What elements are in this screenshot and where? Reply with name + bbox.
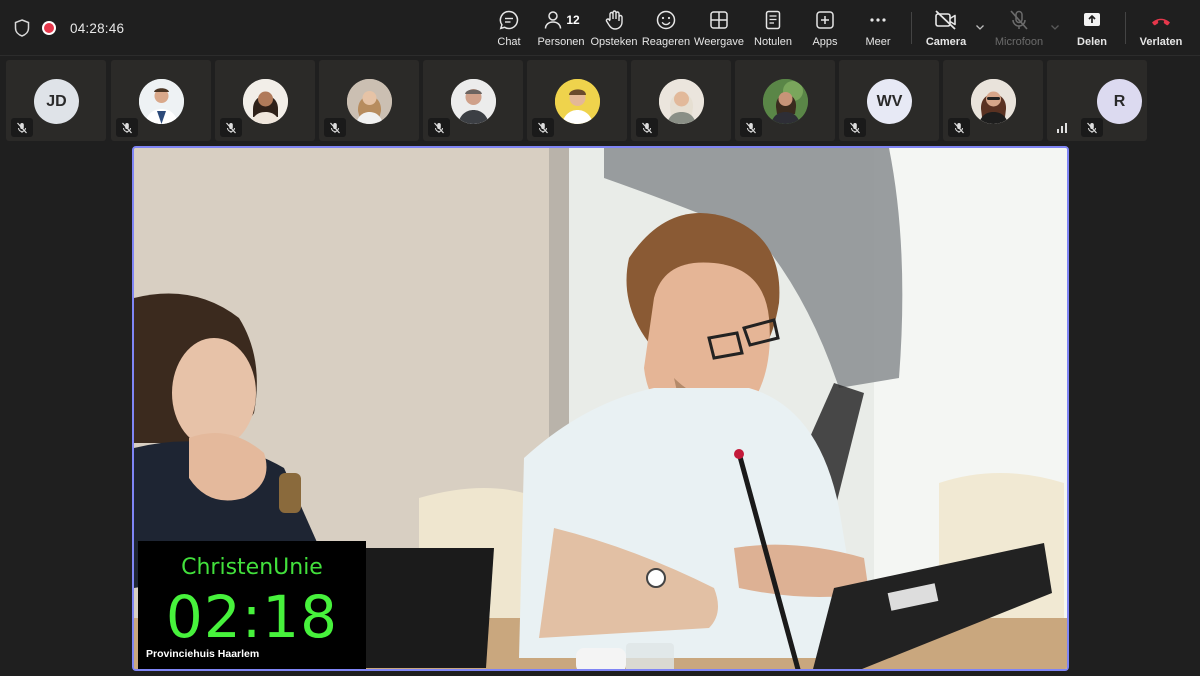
avatar-photo bbox=[763, 79, 808, 124]
muted-microphone-icon bbox=[948, 118, 970, 137]
camera-options-chevron-down-icon[interactable] bbox=[975, 22, 985, 32]
avatar-photo bbox=[659, 79, 704, 124]
participant-tile[interactable] bbox=[943, 60, 1043, 141]
add-app-icon bbox=[813, 8, 837, 32]
people-icon: 12 bbox=[538, 8, 584, 32]
more-dots-icon bbox=[866, 8, 890, 32]
avatar-initials: R bbox=[1113, 92, 1126, 110]
people-label: Personen bbox=[537, 36, 585, 48]
muted-microphone-icon bbox=[1081, 118, 1103, 137]
avatar: WV bbox=[867, 79, 912, 124]
participant-tile[interactable] bbox=[527, 60, 627, 141]
hand-icon bbox=[602, 8, 626, 32]
participant-tile[interactable] bbox=[735, 60, 835, 141]
avatar-photo bbox=[451, 79, 496, 124]
people-button[interactable]: 12 Personen bbox=[537, 6, 585, 50]
participants-count: 12 bbox=[566, 13, 580, 27]
speaking-time-counter: 02:18 bbox=[165, 583, 339, 651]
participant-tile[interactable] bbox=[111, 60, 211, 141]
muted-microphone-icon bbox=[11, 118, 33, 137]
microphone-off-icon bbox=[994, 8, 1044, 32]
speaking-time-overlay: ChristenUnie 02:18 Provinciehuis Haarlem bbox=[138, 541, 366, 669]
share-label: Delen bbox=[1077, 36, 1107, 48]
notes-icon bbox=[761, 8, 785, 32]
apps-button[interactable]: Apps bbox=[808, 6, 842, 50]
avatar-photo bbox=[555, 79, 600, 124]
participant-tile[interactable] bbox=[319, 60, 419, 141]
microphone-label: Microfoon bbox=[994, 36, 1044, 48]
signal-strength-icon bbox=[1053, 118, 1075, 137]
recording-icon bbox=[42, 21, 56, 35]
participant-tile[interactable]: R bbox=[1047, 60, 1147, 141]
notes-label: Notulen bbox=[754, 36, 792, 48]
camera-off-icon bbox=[934, 8, 958, 32]
avatar-photo bbox=[347, 79, 392, 124]
muted-microphone-icon bbox=[428, 118, 450, 137]
muted-microphone-icon bbox=[220, 118, 242, 137]
avatar-photo bbox=[139, 79, 184, 124]
chat-label: Chat bbox=[497, 36, 521, 48]
apps-label: Apps bbox=[812, 36, 838, 48]
participant-tile[interactable]: JD bbox=[6, 60, 106, 141]
shield-icon[interactable] bbox=[14, 19, 30, 37]
party-name: ChristenUnie bbox=[181, 555, 323, 580]
participant-tile[interactable] bbox=[631, 60, 731, 141]
share-screen-icon bbox=[1080, 8, 1104, 32]
participant-tile[interactable] bbox=[215, 60, 315, 141]
avatar: R bbox=[1097, 79, 1142, 124]
toolbar-divider bbox=[911, 12, 912, 44]
raise-hand-button[interactable]: Opsteken bbox=[590, 6, 638, 50]
grid-view-icon bbox=[707, 8, 731, 32]
share-button[interactable]: Delen bbox=[1074, 6, 1110, 50]
muted-microphone-icon bbox=[636, 118, 658, 137]
meeting-toolbar: 04:28:46 Chat 12 Personen Opsteken Reage… bbox=[0, 0, 1200, 56]
raise-hand-label: Opsteken bbox=[590, 36, 638, 48]
avatar: JD bbox=[34, 79, 79, 124]
muted-microphone-icon bbox=[844, 118, 866, 137]
leave-button[interactable]: Verlaten bbox=[1138, 6, 1184, 50]
more-label: Meer bbox=[865, 36, 891, 48]
view-button[interactable]: Weergave bbox=[694, 6, 744, 50]
camera-label: Camera bbox=[925, 36, 967, 48]
toolbar-divider bbox=[1125, 12, 1126, 44]
meeting-timer: 04:28:46 bbox=[70, 21, 125, 36]
active-speaker-video[interactable]: ChristenUnie 02:18 Provinciehuis Haarlem bbox=[132, 146, 1069, 671]
participant-tile[interactable] bbox=[423, 60, 523, 141]
notes-button[interactable]: Notulen bbox=[752, 6, 794, 50]
chat-icon bbox=[497, 8, 521, 32]
hang-up-icon bbox=[1149, 8, 1173, 32]
avatar-initials: JD bbox=[46, 92, 67, 110]
muted-microphone-icon bbox=[740, 118, 762, 137]
react-button[interactable]: Reageren bbox=[641, 6, 691, 50]
view-label: Weergave bbox=[694, 36, 744, 48]
location-caption: Provinciehuis Haarlem bbox=[146, 648, 260, 660]
smiley-icon bbox=[654, 8, 678, 32]
avatar-photo bbox=[971, 79, 1016, 124]
camera-button[interactable]: Camera bbox=[926, 6, 966, 50]
muted-microphone-icon bbox=[532, 118, 554, 137]
microphone-options-chevron-down-icon[interactable] bbox=[1050, 22, 1060, 32]
avatar-photo bbox=[243, 79, 288, 124]
microphone-button[interactable]: Microfoon bbox=[994, 6, 1044, 50]
muted-microphone-icon bbox=[324, 118, 346, 137]
chat-button[interactable]: Chat bbox=[494, 6, 524, 50]
react-label: Reageren bbox=[641, 36, 691, 48]
more-button[interactable]: Meer bbox=[860, 6, 896, 50]
muted-microphone-icon bbox=[116, 118, 138, 137]
participant-tile[interactable]: WV bbox=[839, 60, 939, 141]
leave-label: Verlaten bbox=[1139, 36, 1183, 48]
avatar-initials: WV bbox=[876, 92, 903, 110]
